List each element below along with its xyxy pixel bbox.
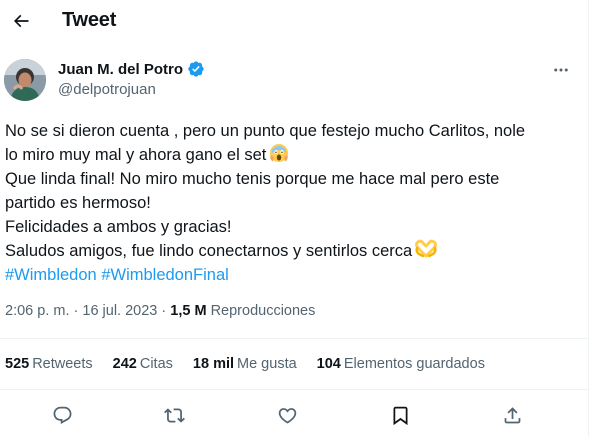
author-name-row: Juan M. del Potro bbox=[58, 60, 205, 78]
page-header: Tweet bbox=[0, 0, 588, 44]
like-button[interactable] bbox=[275, 403, 299, 427]
divider bbox=[0, 338, 588, 339]
quotes-stat[interactable]: 242 Citas bbox=[113, 356, 173, 372]
tweet-body: No se si dieron cuenta , pero un punto q… bbox=[5, 119, 580, 287]
tweet-stats: 525 Retweets 242 Citas 18 mil Me gusta 104 E… bbox=[5, 356, 485, 372]
avatar[interactable] bbox=[4, 59, 46, 101]
tweet-line: Felicidades a ambos y gracias! bbox=[5, 218, 232, 236]
retweet-icon bbox=[163, 405, 185, 426]
tweet-line: partido es hermoso! bbox=[5, 194, 151, 212]
bookmarks-stat[interactable]: 104 Elementos guardados bbox=[317, 356, 485, 372]
author-handle[interactable]: @delpotrojuan bbox=[58, 81, 156, 98]
page-title: Tweet bbox=[62, 9, 117, 31]
hashtag-link[interactable]: #WimbledonFinal bbox=[101, 266, 228, 284]
stat-label: Citas bbox=[139, 356, 173, 372]
tweet-line-text: Saludos amigos, fue lindo conectarnos y … bbox=[5, 242, 413, 260]
share-button[interactable] bbox=[500, 403, 524, 427]
tweet-time[interactable]: 2:06 p. m. bbox=[5, 303, 69, 319]
stat-count: 18 mil bbox=[192, 356, 235, 372]
stat-label: Retweets bbox=[32, 356, 93, 372]
heart-hands-emoji bbox=[415, 239, 438, 259]
author-name[interactable]: Juan M. del Potro bbox=[58, 61, 183, 78]
verified-badge-icon bbox=[187, 60, 205, 78]
tweet-line-text: lo miro muy mal y ahora gano el set bbox=[5, 146, 267, 164]
stat-count: 525 bbox=[5, 356, 30, 372]
views-label: Reproducciones bbox=[210, 303, 316, 319]
share-icon bbox=[502, 405, 523, 426]
reply-button[interactable] bbox=[50, 403, 74, 427]
stat-label: Me gusta bbox=[237, 356, 297, 372]
hashtag-link[interactable]: #Wimbledon bbox=[5, 266, 97, 284]
stat-count: 242 bbox=[112, 356, 137, 372]
screaming-face-emoji bbox=[269, 143, 289, 163]
meta-separator: · bbox=[161, 303, 167, 319]
tweet-actions bbox=[0, 399, 588, 431]
tweet-line: No se si dieron cuenta , pero un punto q… bbox=[5, 122, 526, 140]
reply-icon bbox=[52, 405, 73, 426]
meta-separator: · bbox=[73, 303, 79, 319]
tweet-meta: 2:06 p. m. · 16 jul. 2023 · 1,5 M Reprod… bbox=[5, 303, 315, 319]
retweet-button[interactable] bbox=[162, 403, 186, 427]
stat-count: 104 bbox=[316, 356, 341, 372]
tweet-line: Saludos amigos, fue lindo conectarnos y … bbox=[5, 239, 580, 263]
arrow-left-icon bbox=[11, 11, 31, 31]
more-horizontal-icon bbox=[552, 61, 570, 79]
more-options-button[interactable] bbox=[548, 58, 574, 82]
tweet-line: lo miro muy mal y ahora gano el set bbox=[5, 143, 580, 167]
like-icon bbox=[277, 405, 298, 426]
hashtag-line: #Wimbledon #WimbledonFinal bbox=[5, 263, 580, 287]
views-count: 1,5 M bbox=[170, 303, 207, 319]
likes-stat[interactable]: 18 mil Me gusta bbox=[193, 356, 297, 372]
tweet-detail-page: Tweet Juan M. del Potro @delpotrojuan No… bbox=[0, 0, 589, 437]
divider bbox=[0, 389, 588, 390]
stat-label: Elementos guardados bbox=[343, 356, 485, 372]
tweet-date[interactable]: 16 jul. 2023 bbox=[82, 303, 157, 319]
bookmark-icon bbox=[390, 405, 411, 426]
back-button[interactable] bbox=[4, 4, 38, 38]
tweet-line: Que linda final! No miro mucho tenis por… bbox=[5, 170, 500, 188]
bookmark-button[interactable] bbox=[388, 403, 412, 427]
retweets-stat[interactable]: 525 Retweets bbox=[5, 356, 93, 372]
